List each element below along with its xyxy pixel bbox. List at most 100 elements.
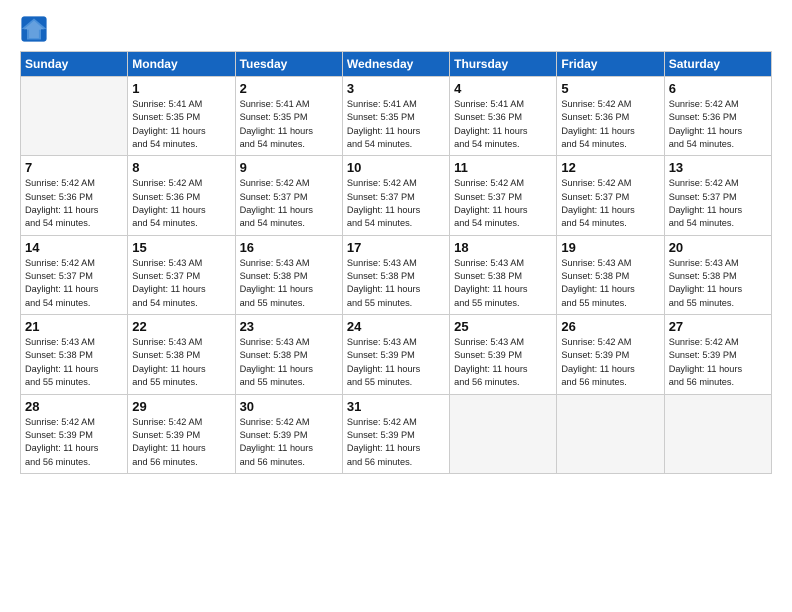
day-number: 1 xyxy=(132,81,230,96)
day-number: 27 xyxy=(669,319,767,334)
calendar-page: SundayMondayTuesdayWednesdayThursdayFrid… xyxy=(0,0,792,612)
sun-info: Sunrise: 5:43 AMSunset: 5:38 PMDaylight:… xyxy=(132,336,230,389)
calendar-cell: 11 Sunrise: 5:42 AMSunset: 5:37 PMDayligh… xyxy=(450,156,557,235)
weekday-saturday: Saturday xyxy=(664,52,771,77)
day-number: 2 xyxy=(240,81,338,96)
weekday-wednesday: Wednesday xyxy=(342,52,449,77)
calendar-cell: 2 Sunrise: 5:41 AMSunset: 5:35 PMDaylight… xyxy=(235,77,342,156)
logo xyxy=(20,15,52,43)
calendar-cell xyxy=(450,394,557,473)
calendar-cell: 13Sunrise: 5:42 AMSunset: 5:37 PMDayligh… xyxy=(664,156,771,235)
sun-info: Sunrise: 5:43 AMSunset: 5:38 PMDaylight:… xyxy=(240,257,338,310)
calendar-cell: 10 Sunrise: 5:42 AMSunset: 5:37 PMDayligh… xyxy=(342,156,449,235)
sun-info: Sunrise: 5:43 AMSunset: 5:38 PMDaylight:… xyxy=(454,257,552,310)
sun-info: Sunrise: 5:42 AMSunset: 5:39 PMDaylight:… xyxy=(25,416,123,469)
weekday-sunday: Sunday xyxy=(21,52,128,77)
day-number: 30 xyxy=(240,399,338,414)
calendar-cell: 15 Sunrise: 5:43 AMSunset: 5:37 PMDayligh… xyxy=(128,235,235,314)
day-number: 8 xyxy=(132,160,230,175)
week-row-2: 7 Sunrise: 5:42 AMSunset: 5:36 PMDaylight… xyxy=(21,156,772,235)
calendar-cell: 28 Sunrise: 5:42 AMSunset: 5:39 PMDayligh… xyxy=(21,394,128,473)
calendar-cell: 17 Sunrise: 5:43 AMSunset: 5:38 PMDayligh… xyxy=(342,235,449,314)
sun-info: Sunrise: 5:43 AMSunset: 5:37 PMDaylight:… xyxy=(132,257,230,310)
calendar-cell: 1Sunrise: 5:41 AMSunset: 5:35 PMDaylight… xyxy=(128,77,235,156)
week-row-1: 1 Sunrise: 5:41 AMSunset: 5:35 PMDaylight… xyxy=(21,77,772,156)
calendar-cell: 24 Sunrise: 5:43 AMSunset: 5:39 PMDayligh… xyxy=(342,315,449,394)
sun-info: Sunrise: 5:43 AMSunset: 5:38 PMDaylight:… xyxy=(240,336,338,389)
calendar-cell: 21 Sunrise: 5:43 AMSunset: 5:38 PMDayligh… xyxy=(21,315,128,394)
day-number: 23 xyxy=(240,319,338,334)
day-number: 24 xyxy=(347,319,445,334)
sun-info: Sunrise: 5:42 AMSunset: 5:39 PMDaylight:… xyxy=(561,336,659,389)
calendar-cell xyxy=(21,77,128,156)
calendar-cell: 16 Sunrise: 5:43 AMSunset: 5:38 PMDayligh… xyxy=(235,235,342,314)
day-number: 29 xyxy=(132,399,230,414)
sun-info: Sunrise: 5:43 AMSunset: 5:39 PMDaylight:… xyxy=(347,336,445,389)
sun-info: Sunrise: 5:43 AMSunset: 5:38 PMDaylight:… xyxy=(25,336,123,389)
weekday-thursday: Thursday xyxy=(450,52,557,77)
calendar-cell: 26Sunrise: 5:42 AMSunset: 5:39 PMDayligh… xyxy=(557,315,664,394)
day-number: 13 xyxy=(669,160,767,175)
weekday-header-row: SundayMondayTuesdayWednesdayThursdayFrid… xyxy=(21,52,772,77)
day-number: 31 xyxy=(347,399,445,414)
day-number: 3 xyxy=(347,81,445,96)
sun-info: Sunrise: 5:41 AMSunset: 5:35 PMDaylight:… xyxy=(347,98,445,151)
day-number: 17 xyxy=(347,240,445,255)
calendar-cell: 6Sunrise: 5:42 AMSunset: 5:36 PMDaylight… xyxy=(664,77,771,156)
day-number: 10 xyxy=(347,160,445,175)
sun-info: Sunrise: 5:42 AMSunset: 5:37 PMDaylight:… xyxy=(454,177,552,230)
sun-info: Sunrise: 5:41 AMSunset: 5:35 PMDaylight:… xyxy=(240,98,338,151)
day-number: 9 xyxy=(240,160,338,175)
calendar-cell: 9Sunrise: 5:42 AMSunset: 5:37 PMDaylight… xyxy=(235,156,342,235)
day-number: 19 xyxy=(561,240,659,255)
day-number: 21 xyxy=(25,319,123,334)
day-number: 15 xyxy=(132,240,230,255)
calendar-cell: 25 Sunrise: 5:43 AMSunset: 5:39 PMDayligh… xyxy=(450,315,557,394)
day-number: 16 xyxy=(240,240,338,255)
calendar-cell: 8 Sunrise: 5:42 AMSunset: 5:36 PMDaylight… xyxy=(128,156,235,235)
weekday-friday: Friday xyxy=(557,52,664,77)
weekday-monday: Monday xyxy=(128,52,235,77)
calendar-cell: 23 Sunrise: 5:43 AMSunset: 5:38 PMDayligh… xyxy=(235,315,342,394)
sun-info: Sunrise: 5:42 AMSunset: 5:39 PMDaylight:… xyxy=(240,416,338,469)
sun-info: Sunrise: 5:42 AMSunset: 5:36 PMDaylight:… xyxy=(132,177,230,230)
sun-info: Sunrise: 5:43 AMSunset: 5:38 PMDaylight:… xyxy=(561,257,659,310)
calendar-cell: 22 Sunrise: 5:43 AMSunset: 5:38 PMDayligh… xyxy=(128,315,235,394)
calendar-cell: 30 Sunrise: 5:42 AMSunset: 5:39 PMDayligh… xyxy=(235,394,342,473)
day-number: 12 xyxy=(561,160,659,175)
day-number: 18 xyxy=(454,240,552,255)
sun-info: Sunrise: 5:43 AMSunset: 5:39 PMDaylight:… xyxy=(454,336,552,389)
sun-info: Sunrise: 5:42 AMSunset: 5:39 PMDaylight:… xyxy=(669,336,767,389)
sun-info: Sunrise: 5:42 AMSunset: 5:39 PMDaylight:… xyxy=(132,416,230,469)
logo-icon xyxy=(20,15,48,43)
calendar-cell: 19 Sunrise: 5:43 AMSunset: 5:38 PMDayligh… xyxy=(557,235,664,314)
day-number: 7 xyxy=(25,160,123,175)
day-number: 28 xyxy=(25,399,123,414)
calendar-cell: 20 Sunrise: 5:43 AMSunset: 5:38 PMDayligh… xyxy=(664,235,771,314)
calendar-cell xyxy=(664,394,771,473)
calendar-cell: 14 Sunrise: 5:42 AMSunset: 5:37 PMDayligh… xyxy=(21,235,128,314)
day-number: 25 xyxy=(454,319,552,334)
day-number: 20 xyxy=(669,240,767,255)
day-number: 11 xyxy=(454,160,552,175)
calendar-cell: 31Sunrise: 5:42 AMSunset: 5:39 PMDayligh… xyxy=(342,394,449,473)
day-number: 14 xyxy=(25,240,123,255)
calendar-cell: 27 Sunrise: 5:42 AMSunset: 5:39 PMDayligh… xyxy=(664,315,771,394)
sun-info: Sunrise: 5:42 AMSunset: 5:37 PMDaylight:… xyxy=(347,177,445,230)
sun-info: Sunrise: 5:43 AMSunset: 5:38 PMDaylight:… xyxy=(347,257,445,310)
calendar-cell: 4Sunrise: 5:41 AMSunset: 5:36 PMDaylight… xyxy=(450,77,557,156)
calendar-cell: 29 Sunrise: 5:42 AMSunset: 5:39 PMDayligh… xyxy=(128,394,235,473)
calendar-cell xyxy=(557,394,664,473)
calendar-cell: 12Sunrise: 5:42 AMSunset: 5:37 PMDayligh… xyxy=(557,156,664,235)
sun-info: Sunrise: 5:42 AMSunset: 5:37 PMDaylight:… xyxy=(25,257,123,310)
day-number: 22 xyxy=(132,319,230,334)
calendar-cell: 7Sunrise: 5:42 AMSunset: 5:36 PMDaylight… xyxy=(21,156,128,235)
calendar-cell: 3 Sunrise: 5:41 AMSunset: 5:35 PMDaylight… xyxy=(342,77,449,156)
weekday-tuesday: Tuesday xyxy=(235,52,342,77)
sun-info: Sunrise: 5:42 AMSunset: 5:36 PMDaylight:… xyxy=(561,98,659,151)
sun-info: Sunrise: 5:43 AMSunset: 5:38 PMDaylight:… xyxy=(669,257,767,310)
sun-info: Sunrise: 5:42 AMSunset: 5:36 PMDaylight:… xyxy=(669,98,767,151)
calendar-cell: 5Sunrise: 5:42 AMSunset: 5:36 PMDaylight… xyxy=(557,77,664,156)
sun-info: Sunrise: 5:41 AMSunset: 5:36 PMDaylight:… xyxy=(454,98,552,151)
week-row-4: 21 Sunrise: 5:43 AMSunset: 5:38 PMDayligh… xyxy=(21,315,772,394)
